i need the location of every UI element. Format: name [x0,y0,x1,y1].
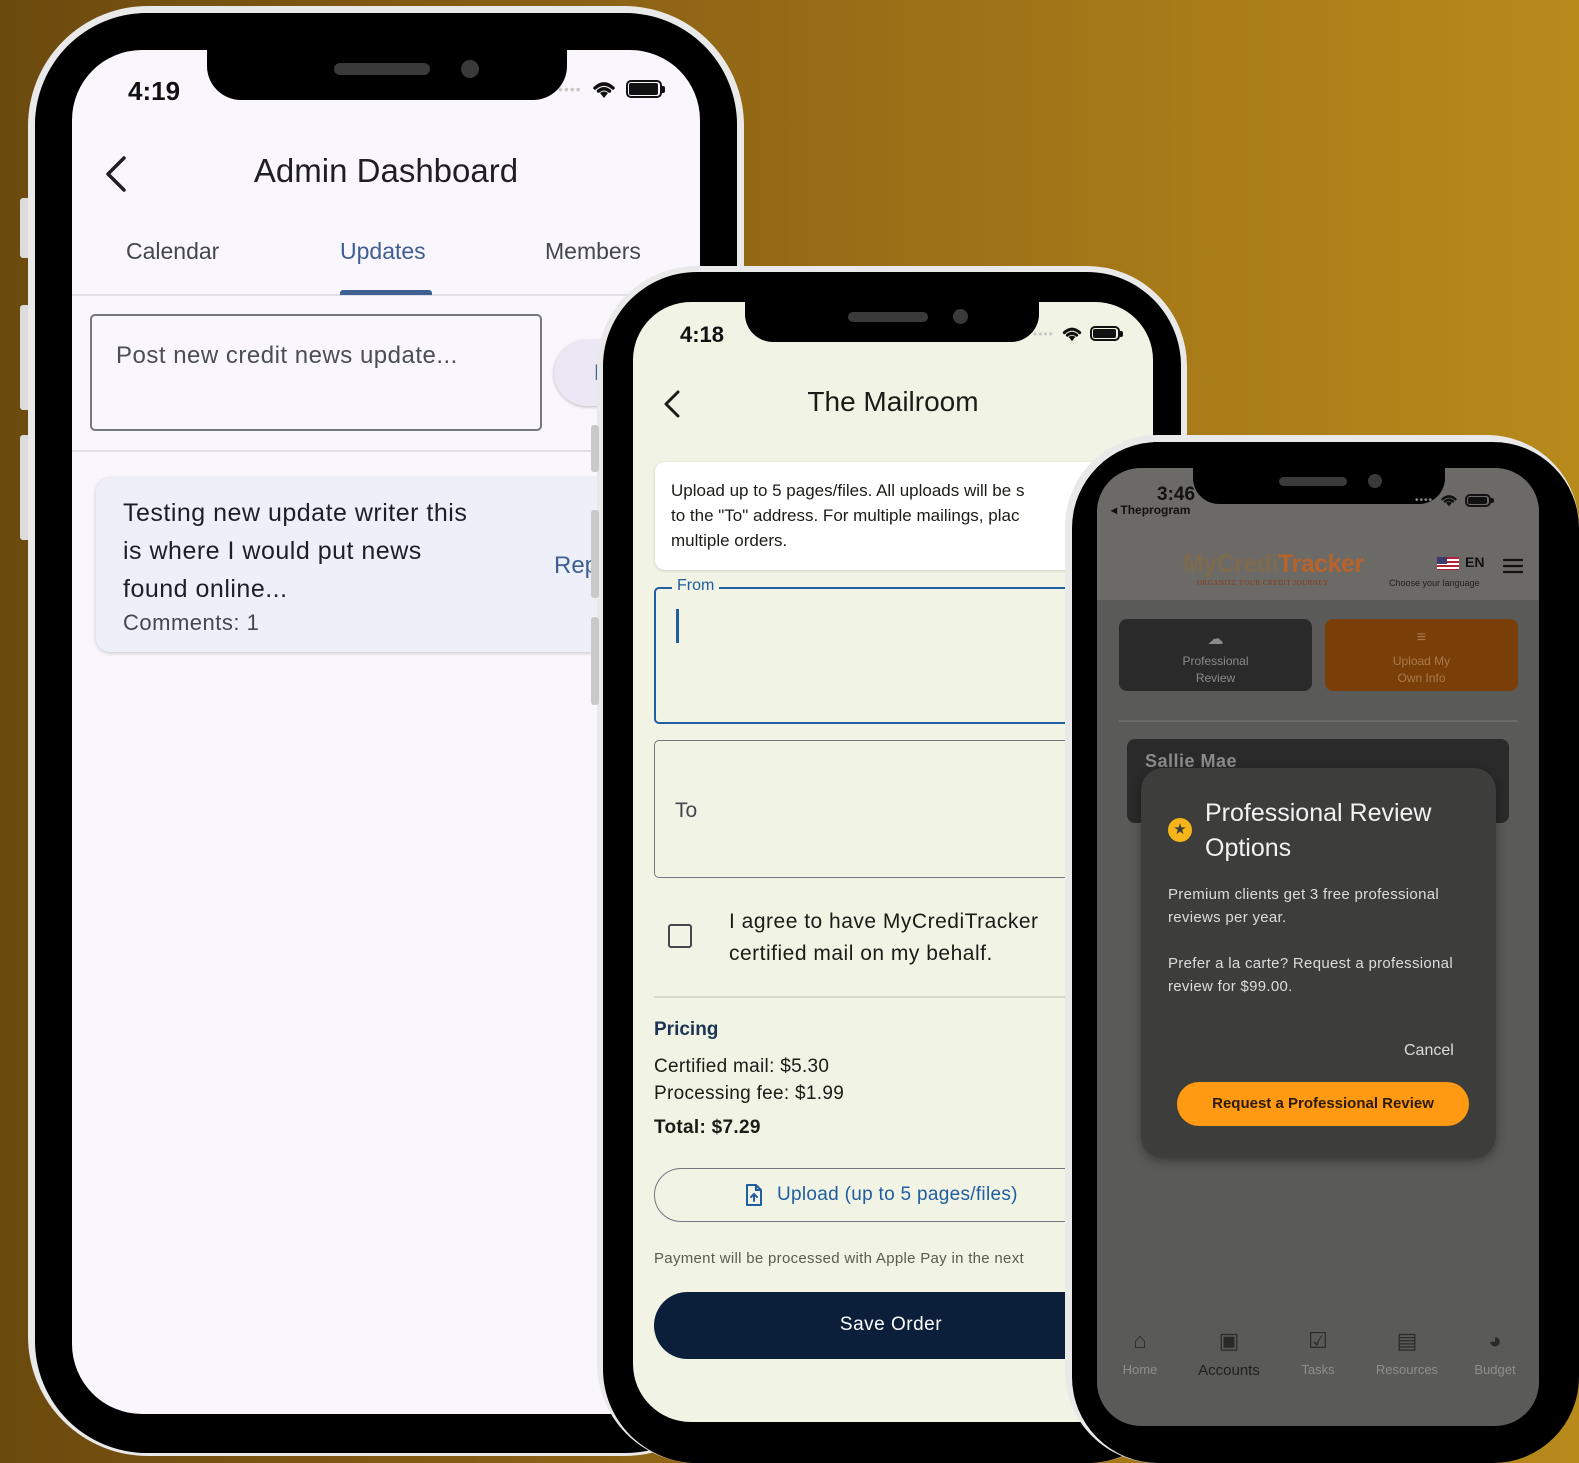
professional-review-tile[interactable]: ☁ Professional Review [1119,619,1312,691]
request-review-label: Request a Professional Review [1212,1095,1434,1112]
comment-count: Comments: 1 [123,610,260,635]
nav-accounts[interactable]: ▣ Accounts [1189,1328,1269,1379]
language-caption: Choose your language [1389,578,1480,588]
page-title: Admin Dashboard [253,152,519,189]
upload-own-info-tile[interactable]: ≡ Upload My Own Info [1325,619,1518,691]
wifi-icon [592,82,615,98]
pie-chart-icon: ◕ [1488,1328,1502,1353]
post-update-input[interactable]: Post new credit news update... [90,314,542,431]
logo-part1: MyCredi [1183,550,1279,578]
signal-dots-icon: •••• [1415,494,1434,506]
tab-calendar[interactable]: Calendar [126,238,219,265]
wallet-icon: ▣ [1218,1328,1240,1353]
home-icon: ⌂ [1133,1328,1147,1353]
edit-list-icon: ≡ [1416,629,1427,646]
nav-label: Resources [1375,1362,1439,1377]
nav-resources[interactable]: ▤ Resources [1367,1328,1447,1377]
cloud-upload-icon: ☁ [1207,631,1224,648]
status-icons: •••• [1415,492,1495,508]
status-time: 4:18 [680,322,725,347]
wifi-icon [1441,495,1457,507]
logo-tagline: ORGANIZE YOUR CREDIT JOURNEY [1197,579,1329,587]
status-time: 4:19 [128,76,181,106]
agree-text: I agree to have MyCrediTracker certified… [729,910,1039,965]
nav-label: Budget [1474,1362,1516,1377]
text-cursor [676,609,679,643]
tab-members[interactable]: Members [545,238,641,265]
status-icons: •••• [1033,324,1123,343]
tab-bar: Calendar Updates Members [72,238,700,296]
cancel-button[interactable]: Cancel [1404,1042,1454,1060]
dialog-title: Professional Review Options [1205,799,1432,862]
star-icon: ★ [1168,818,1192,842]
phone2-notch [745,302,1039,342]
phone2-side-button-2 [591,510,599,598]
payment-note: Payment will be processed with Apple Pay… [654,1250,1024,1267]
creditracker-screen: 3:46 ◂ Theprogram •••• MyCrediTracker OR… [1097,468,1539,1426]
nav-label: Tasks [1301,1362,1335,1377]
signal-dots-icon: •••• [1033,326,1054,341]
phone2-side-button-3 [591,617,599,705]
divider [1119,720,1517,722]
phone3-speaker [1279,477,1347,486]
us-flag-icon [1437,556,1459,570]
language-selector[interactable]: EN [1437,554,1484,570]
nav-label: Home [1122,1362,1158,1377]
post-update-placeholder: Post new credit news update... [116,342,458,369]
professional-review-dialog: ★ Professional Review Options Premium cl… [1141,768,1496,1158]
status-icons: •••• [558,78,665,100]
dialog-body-alacarte: Prefer a la carte? Request a professiona… [1168,955,1453,995]
tab-updates[interactable]: Updates [340,238,426,265]
dialog-body-premium: Premium clients get 3 free professional … [1168,886,1439,926]
nav-label: Accounts [1198,1362,1260,1379]
phone1-notch [207,50,567,100]
nav-tasks[interactable]: ☑ Tasks [1278,1328,1358,1377]
page-title: The Mailroom [807,386,979,417]
nav-budget[interactable]: ◕ Budget [1455,1328,1535,1377]
language-code: EN [1465,554,1485,570]
nav-home[interactable]: ⌂ Home [1100,1328,1180,1377]
phone1-camera [461,60,479,78]
bottom-nav: ⌂ Home ▣ Accounts ☑ Tasks ▤ Resources ◕ … [1097,1328,1539,1398]
phone2-speaker [848,312,928,322]
agree-checkbox[interactable] [668,924,692,948]
book-icon: ▤ [1396,1328,1418,1353]
battery-icon [1089,326,1123,341]
logo-part2: Tracker [1278,550,1364,578]
save-order-label: Save Order [839,1314,943,1335]
app-logo: MyCrediTracker [1183,550,1364,579]
battery-icon [1465,493,1495,507]
certified-mail-price: Certified mail: $5.30 [654,1056,830,1077]
tile-label: Professional Review [1182,654,1249,685]
request-review-button[interactable]: Request a Professional Review [1177,1082,1469,1126]
wifi-icon [1062,327,1082,342]
tile-label: Upload My Own Info [1392,654,1451,685]
battery-icon [625,80,665,98]
phone2-side-button-1 [591,425,599,472]
pricing-heading: Pricing [654,1019,719,1040]
checklist-icon: ☑ [1308,1328,1328,1353]
from-label: From [672,577,720,595]
active-tab-indicator [340,290,432,295]
file-upload-icon [746,1184,762,1206]
processing-fee: Processing fee: $1.99 [654,1083,845,1104]
back-to-app-link[interactable]: ◂ Theprogram [1111,503,1190,517]
hamburger-menu-icon[interactable] [1503,558,1523,574]
upload-button-label: Upload (up to 5 pages/files) [777,1184,1018,1205]
phone2-camera [953,309,968,324]
phone1-speaker [334,63,430,75]
to-label: To [675,799,698,822]
total-price: Total: $7.29 [654,1117,761,1138]
phone3-camera [1368,474,1382,488]
update-text: Testing new update writer this is where … [123,499,468,603]
signal-dots-icon: •••• [558,81,582,97]
phone3-notch [1193,468,1445,504]
